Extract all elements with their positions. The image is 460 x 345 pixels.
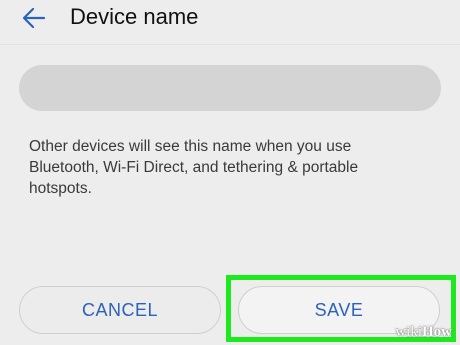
cancel-button[interactable]: CANCEL — [19, 286, 221, 334]
arrow-left-icon — [20, 4, 48, 32]
device-name-screen: Device name Other devices will see this … — [0, 0, 460, 345]
app-bar: Device name — [0, 0, 460, 40]
help-text: Other devices will see this name when yo… — [29, 138, 359, 197]
watermark-prefix: wiki — [395, 324, 422, 340]
back-button[interactable] — [14, 2, 54, 34]
header-divider — [0, 44, 460, 45]
watermark-suffix: How — [422, 324, 452, 340]
wikihow-watermark: wikiHow — [395, 324, 452, 341]
device-name-input[interactable] — [19, 65, 441, 111]
page-title: Device name — [70, 4, 199, 29]
